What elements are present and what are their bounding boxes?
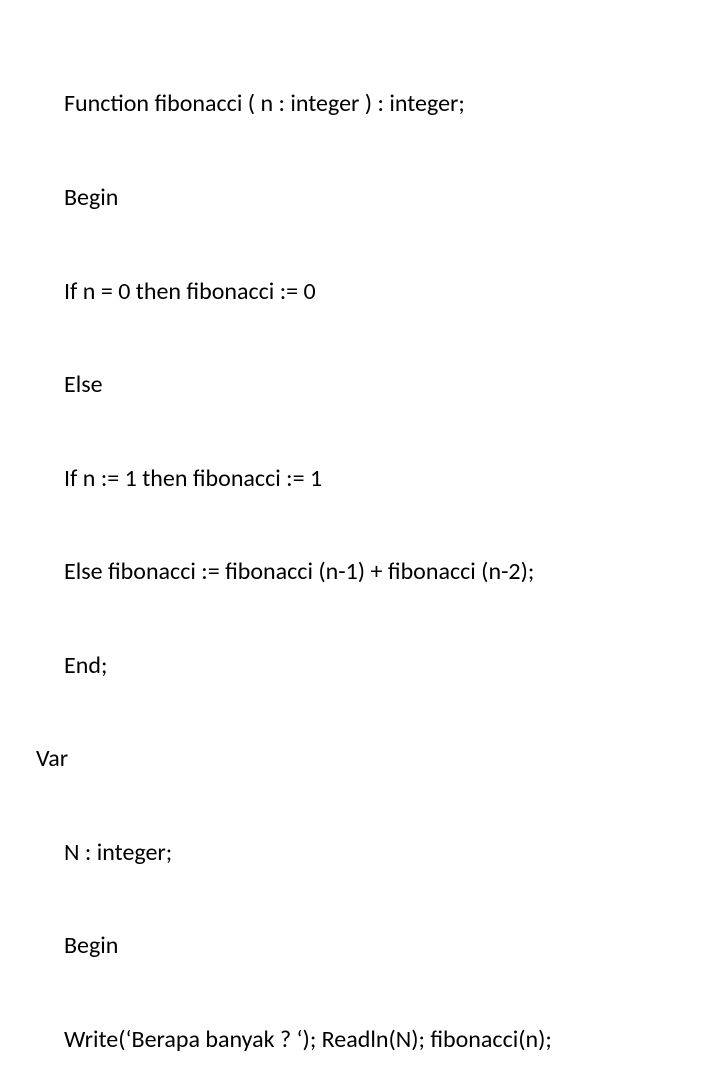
code-line: Else <box>36 369 720 400</box>
code-line: N : integer; <box>36 837 720 868</box>
code-line: Var <box>36 743 720 774</box>
code-line: End; <box>36 650 720 681</box>
code-line: Write(‘Berapa banyak ? ‘); Readln(N); fi… <box>36 1024 720 1055</box>
code-line: Begin <box>36 182 720 213</box>
code-listing: Function fibonacci ( n : integer ) : int… <box>36 26 720 1080</box>
code-line: If n := 1 then fibonacci := 1 <box>36 463 720 494</box>
code-line: Begin <box>36 930 720 961</box>
code-line: Function fibonacci ( n : integer ) : int… <box>36 88 720 119</box>
code-line: If n = 0 then fibonacci := 0 <box>36 276 720 307</box>
code-line: Else fibonacci := fibonacci (n-1) + fibo… <box>36 556 720 587</box>
